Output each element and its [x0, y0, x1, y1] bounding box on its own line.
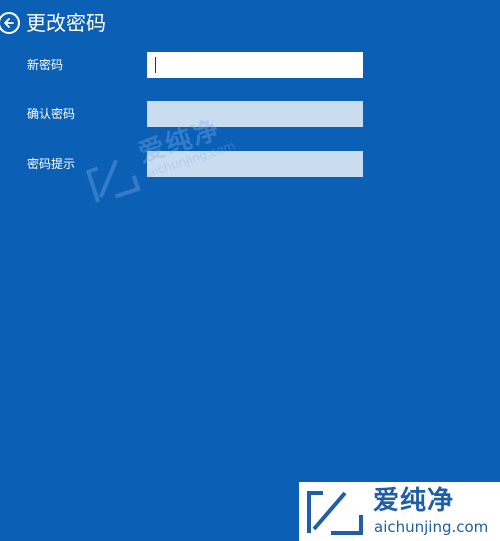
page-title: 更改密码	[26, 11, 106, 35]
password-hint-label: 密码提示	[27, 157, 76, 171]
new-password-input[interactable]	[147, 52, 363, 78]
password-hint-row: 密码提示	[0, 151, 500, 177]
confirm-password-label: 确认密码	[27, 107, 76, 121]
new-password-label: 新密码	[27, 58, 64, 72]
watermark-name: 爱纯净	[373, 486, 455, 516]
confirm-password-row: 确认密码	[0, 101, 500, 127]
back-button[interactable]	[0, 12, 20, 34]
new-password-row: 新密码	[0, 52, 500, 78]
text-caret	[155, 57, 156, 73]
aichunjing-logo-icon	[307, 491, 363, 535]
password-hint-input[interactable]	[147, 151, 363, 177]
confirm-password-input[interactable]	[147, 101, 363, 127]
page-header: 更改密码	[0, 8, 106, 38]
back-arrow-icon	[4, 18, 14, 28]
watermark-badge: 爱纯净 aichunjing.com	[299, 482, 500, 541]
watermark-url: aichunjing.com	[374, 518, 489, 536]
